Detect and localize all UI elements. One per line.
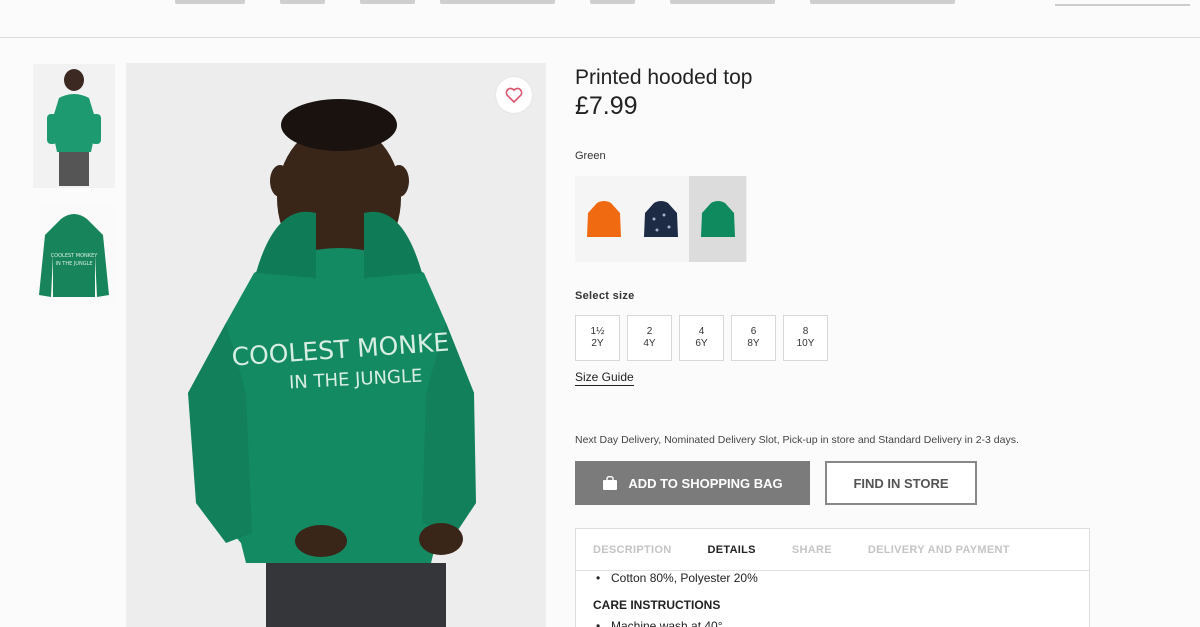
top-navigation — [0, 0, 1200, 38]
size-age: 2 — [646, 326, 653, 337]
size-option[interactable]: 2 4Y — [627, 315, 672, 361]
thumbnail-product-image: COOLEST MONKEY IN THE JUNGLE — [39, 214, 109, 297]
color-swatches — [575, 176, 747, 262]
green-hoodie-icon — [700, 201, 735, 237]
care-instructions-heading: CARE INSTRUCTIONS — [593, 598, 721, 612]
size-option[interactable]: 4 6Y — [679, 315, 724, 361]
nav-item[interactable] — [670, 0, 775, 4]
find-in-store-button[interactable]: FIND IN STORE — [825, 461, 977, 505]
size-age: 4 — [698, 326, 705, 337]
product-title: Printed hooded top — [575, 66, 753, 89]
thumbnail-model[interactable] — [33, 64, 115, 188]
swatch-navy[interactable] — [632, 176, 689, 262]
size-years: 8Y — [747, 338, 760, 349]
size-years: 10Y — [796, 338, 815, 349]
add-to-bag-button[interactable]: ADD TO SHOPPING BAG — [575, 461, 810, 505]
size-years: 2Y — [591, 338, 604, 349]
main-product-image: COOLEST MONKE IN THE JUNGLE — [126, 63, 546, 627]
size-age: 8 — [802, 326, 809, 337]
model-photo: COOLEST MONKE IN THE JUNGLE — [126, 63, 546, 627]
size-options: 1½ 2Y 2 4Y 4 6Y 6 8Y 8 10Y — [575, 315, 828, 361]
select-size-label: Select size — [575, 290, 635, 302]
product-info-panel: DESCRIPTION DETAILS SHARE DELIVERY AND P… — [575, 528, 1090, 627]
orange-hoodie-icon — [586, 201, 621, 237]
product-price: £7.99 — [575, 92, 638, 120]
favorite-button[interactable] — [496, 77, 532, 113]
swatch-green[interactable] — [689, 176, 746, 262]
nav-item[interactable] — [360, 0, 415, 4]
details-content: Cotton 80%, Polyester 20% CARE INSTRUCTI… — [576, 571, 1089, 627]
search-field[interactable] — [1055, 0, 1190, 6]
svg-text:COOLEST MONKEY: COOLEST MONKEY — [51, 253, 99, 259]
size-years: 4Y — [643, 338, 656, 349]
tab-share[interactable]: SHARE — [792, 544, 832, 556]
svg-text:IN THE JUNGLE: IN THE JUNGLE — [55, 261, 92, 267]
care-item: Machine wash at 40° — [593, 619, 1089, 627]
tab-description[interactable]: DESCRIPTION — [593, 544, 671, 556]
shopping-bag-icon — [603, 476, 618, 490]
heart-icon — [505, 87, 523, 103]
nav-item[interactable] — [810, 0, 955, 4]
nav-item[interactable] — [440, 0, 555, 4]
size-option[interactable]: 1½ 2Y — [575, 315, 620, 361]
composition-item: Cotton 80%, Polyester 20% — [593, 571, 1089, 585]
delivery-info: Next Day Delivery, Nominated Delivery Sl… — [575, 434, 1019, 446]
nav-item[interactable] — [280, 0, 325, 4]
size-years: 6Y — [695, 338, 708, 349]
thumbnail-model-image — [47, 69, 101, 186]
tab-details[interactable]: DETAILS — [707, 544, 755, 556]
thumbnail-product[interactable]: COOLEST MONKEY IN THE JUNGLE — [33, 205, 115, 305]
nav-item[interactable] — [590, 0, 635, 4]
tab-delivery-payment[interactable]: DELIVERY AND PAYMENT — [868, 544, 1010, 556]
size-age: 1½ — [590, 326, 605, 337]
add-to-bag-label: ADD TO SHOPPING BAG — [628, 475, 783, 491]
swatch-orange[interactable] — [575, 176, 632, 262]
size-guide-link[interactable]: Size Guide — [575, 370, 634, 386]
selected-color-label: Green — [575, 150, 606, 162]
nav-item[interactable] — [175, 0, 245, 4]
size-age: 6 — [750, 326, 757, 337]
info-tabs: DESCRIPTION DETAILS SHARE DELIVERY AND P… — [576, 529, 1089, 571]
navy-hoodie-icon — [643, 201, 678, 237]
size-option[interactable]: 6 8Y — [731, 315, 776, 361]
size-option[interactable]: 8 10Y — [783, 315, 828, 361]
